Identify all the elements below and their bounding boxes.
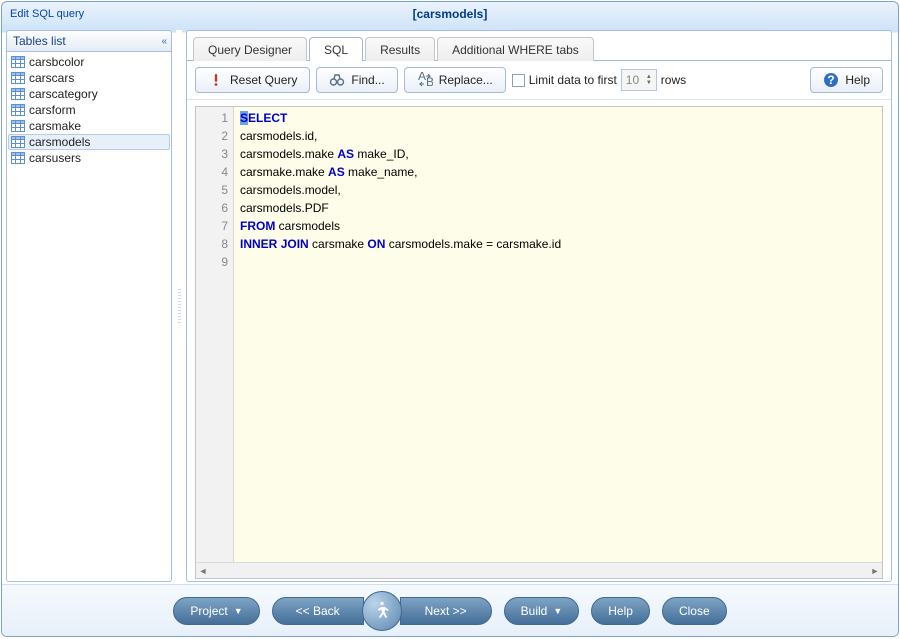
table-item-carscars[interactable]: carscars [8, 70, 170, 86]
binoculars-icon [329, 72, 345, 88]
project-button[interactable]: Project ▼ [173, 597, 259, 625]
replace-icon: AB [417, 72, 433, 88]
close-label: Close [679, 604, 710, 618]
help-label: Help [845, 73, 870, 87]
limit-rows-value: 10 [626, 73, 639, 87]
help-icon: ? [823, 72, 839, 88]
sidebar-header: Tables list « [6, 30, 172, 52]
next-button[interactable]: Next >> [400, 597, 492, 625]
table-item-label: carscategory [29, 87, 98, 101]
table-item-label: carsmodels [29, 135, 90, 149]
chevron-down-icon: ▼ [234, 606, 243, 616]
svg-text:?: ? [828, 73, 835, 87]
limit-suffix-label: rows [661, 73, 686, 87]
tab-sql[interactable]: SQL [309, 37, 363, 61]
table-icon [11, 120, 25, 132]
sql-editor-window: Edit SQL query [carsmodels] Tables list … [1, 1, 899, 637]
find-label: Find... [351, 73, 384, 87]
svg-text:A: A [418, 72, 426, 83]
title-left: Edit SQL query [10, 8, 84, 20]
main-panel: Query DesignerSQLResultsAdditional WHERE… [186, 30, 892, 582]
nav-group: << Back Next >> [272, 591, 492, 631]
table-item-carscategory[interactable]: carscategory [8, 86, 170, 102]
runner-icon [372, 601, 392, 621]
build-label: Build [521, 604, 548, 618]
tab-query-designer[interactable]: Query Designer [193, 37, 307, 61]
titlebar: Edit SQL query [carsmodels] [2, 2, 898, 26]
table-icon [11, 88, 25, 100]
spinner-arrows-icon[interactable]: ▲▼ [646, 74, 652, 86]
limit-data-group: Limit data to first 10 ▲▼ rows [512, 69, 686, 91]
table-item-label: carsbcolor [29, 55, 84, 69]
table-item-label: carsmake [29, 119, 81, 133]
toolbar: Reset Query Find... AB Replace... Limit … [187, 61, 891, 100]
replace-label: Replace... [439, 73, 493, 87]
splitter[interactable] [176, 30, 182, 582]
reset-query-button[interactable]: Reset Query [195, 67, 310, 93]
run-button[interactable] [362, 591, 402, 631]
sql-editor: 123456789 SELECTcarsmodels.id,carsmodels… [195, 106, 883, 579]
next-label: Next >> [425, 604, 467, 618]
table-item-label: carsform [29, 103, 76, 117]
tables-list[interactable]: carsbcolor carscars carscategory carsform ca… [6, 52, 172, 582]
scroll-right-icon[interactable]: ► [868, 566, 882, 576]
collapse-sidebar-icon[interactable]: « [161, 36, 165, 47]
help-button[interactable]: ? Help [810, 67, 883, 93]
back-button[interactable]: << Back [272, 597, 364, 625]
table-icon [11, 152, 25, 164]
find-button[interactable]: Find... [316, 67, 397, 93]
table-item-carsform[interactable]: carsform [8, 102, 170, 118]
sidebar-title: Tables list [13, 34, 66, 48]
exclamation-icon [208, 72, 224, 88]
reset-query-label: Reset Query [230, 73, 297, 87]
tab-additional-where-tabs[interactable]: Additional WHERE tabs [437, 37, 594, 61]
title-center: [carsmodels] [2, 7, 898, 21]
footer: Project ▼ << Back Next >> Build ▼ Help Clo… [2, 584, 898, 636]
limit-data-checkbox[interactable] [512, 74, 525, 87]
limit-prefix-label: Limit data to first [529, 73, 617, 87]
line-gutter: 123456789 [196, 107, 234, 562]
table-item-carsmodels[interactable]: carsmodels [8, 134, 170, 150]
project-label: Project [190, 604, 227, 618]
table-item-label: carsusers [29, 151, 81, 165]
table-item-label: carscars [29, 71, 74, 85]
content-row: Tables list « carsbcolor carscars carscate… [2, 26, 898, 584]
table-icon [11, 72, 25, 84]
table-item-carsmake[interactable]: carsmake [8, 118, 170, 134]
splitter-grip-icon [178, 289, 181, 323]
table-icon [11, 56, 25, 68]
scroll-left-icon[interactable]: ◄ [196, 566, 210, 576]
sidebar: Tables list « carsbcolor carscars carscate… [6, 30, 172, 582]
horizontal-scrollbar[interactable]: ◄ ► [196, 562, 882, 578]
back-label: << Back [296, 604, 340, 618]
limit-rows-spinner[interactable]: 10 ▲▼ [621, 69, 657, 91]
sql-code-area[interactable]: SELECTcarsmodels.id,carsmodels.make AS m… [234, 107, 882, 562]
footer-help-button[interactable]: Help [591, 597, 650, 625]
tabs: Query DesignerSQLResultsAdditional WHERE… [187, 31, 891, 61]
table-item-carsbcolor[interactable]: carsbcolor [8, 54, 170, 70]
table-icon [11, 104, 25, 116]
chevron-down-icon: ▼ [553, 606, 562, 616]
footer-help-label: Help [608, 604, 633, 618]
table-item-carsusers[interactable]: carsusers [8, 150, 170, 166]
build-button[interactable]: Build ▼ [504, 597, 580, 625]
tab-results[interactable]: Results [365, 37, 435, 61]
replace-button[interactable]: AB Replace... [404, 67, 506, 93]
table-icon [11, 136, 25, 148]
close-button[interactable]: Close [662, 597, 727, 625]
